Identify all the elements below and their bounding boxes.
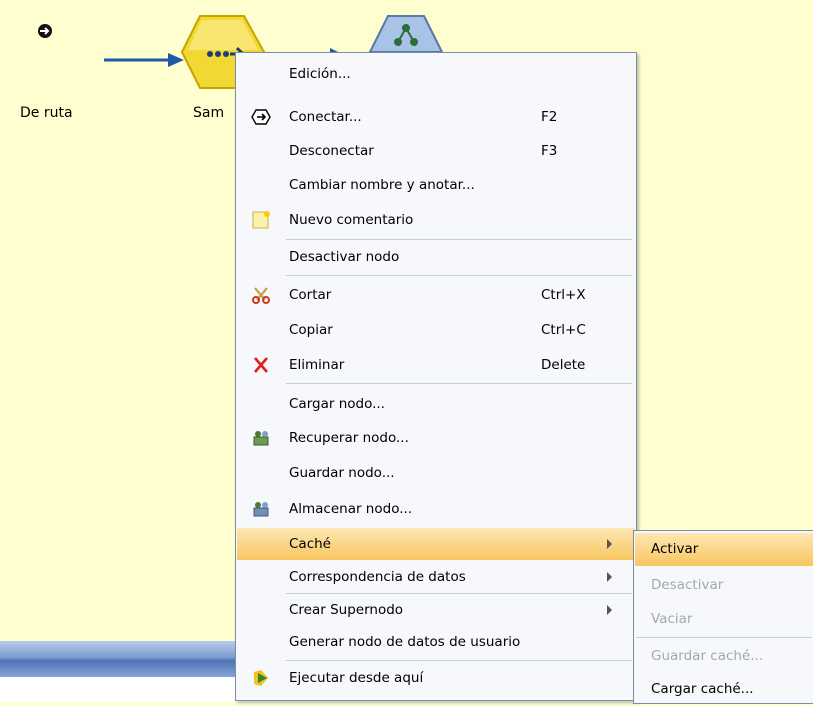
- menu-separator: [286, 275, 632, 276]
- menu-item-label: Cambiar nombre y anotar...: [289, 177, 475, 193]
- menu-separator: [636, 637, 812, 638]
- menu-separator: [286, 383, 632, 384]
- menu-item-load-node[interactable]: Cargar nodo...: [237, 387, 635, 421]
- menu-item-cache[interactable]: Caché: [237, 528, 635, 560]
- menu-item-create-supernode[interactable]: Crear Supernodo: [237, 593, 635, 627]
- menu-item-disconnect[interactable]: Desconectar F3: [237, 134, 635, 168]
- menu-item-label: Eliminar: [289, 357, 345, 373]
- menu-item-cut[interactable]: Cortar Ctrl+X: [237, 278, 635, 312]
- menu-item-shortcut: Delete: [541, 357, 586, 373]
- run-icon: [254, 670, 268, 686]
- submenu-item-label: Guardar caché...: [651, 648, 764, 664]
- connector-icon: [38, 24, 52, 38]
- menu-item-shortcut: Ctrl+X: [541, 287, 586, 303]
- menu-item-run-from-here[interactable]: Ejecutar desde aquí: [237, 661, 635, 695]
- menu-item-label: Desactivar nodo: [289, 249, 400, 265]
- menu-item-label: Ejecutar desde aquí: [289, 670, 424, 686]
- menu-item-label: Almacenar nodo...: [289, 501, 413, 517]
- menu-item-new-comment[interactable]: Nuevo comentario: [237, 203, 635, 237]
- menu-item-copy[interactable]: Copiar Ctrl+C: [237, 313, 635, 347]
- context-menu: Edición... Conectar... F2 Desconectar F3…: [235, 52, 637, 701]
- model-node-icon[interactable]: [368, 14, 444, 54]
- menu-item-shortcut: F2: [541, 109, 558, 125]
- menu-item-edit[interactable]: Edición...: [237, 57, 635, 91]
- submenu-item-load-cache[interactable]: Cargar caché...: [635, 673, 813, 706]
- menu-item-label: Generar nodo de datos de usuario: [289, 634, 521, 650]
- menu-item-data-mapping[interactable]: Correspondencia de datos: [237, 560, 635, 594]
- delete-icon: [254, 357, 268, 373]
- flow-arrow: [104, 53, 184, 67]
- menu-item-label: Cortar: [289, 287, 332, 303]
- menu-item-label: Crear Supernodo: [289, 602, 404, 618]
- submenu-item-label: Vaciar: [651, 611, 693, 627]
- menu-item-label: Desconectar: [289, 143, 374, 159]
- menu-item-store-node[interactable]: Almacenar nodo...: [237, 492, 635, 526]
- submenu-item-label: Activar: [651, 541, 699, 557]
- menu-item-label: Recuperar nodo...: [289, 430, 409, 446]
- menu-item-label: Correspondencia de datos: [289, 569, 466, 585]
- submenu-item-save-cache[interactable]: Guardar caché...: [635, 640, 813, 673]
- submenu-item-empty[interactable]: Vaciar: [635, 603, 813, 636]
- menu-item-label: Copiar: [289, 322, 333, 338]
- menu-item-shortcut: Ctrl+C: [541, 322, 586, 338]
- submenu-item-label: Desactivar: [651, 577, 724, 593]
- menu-item-label: Nuevo comentario: [289, 212, 414, 228]
- menu-item-delete[interactable]: Eliminar Delete: [237, 348, 635, 382]
- menu-item-label: Guardar nodo...: [289, 465, 395, 481]
- menu-item-shortcut: F3: [541, 143, 558, 159]
- submenu-arrow-icon: [607, 605, 612, 615]
- menu-item-connect[interactable]: Conectar... F2: [237, 100, 635, 134]
- menu-item-label: Caché: [289, 536, 331, 552]
- submenu-item-deactivate[interactable]: Desactivar: [635, 569, 813, 602]
- submenu-item-label: Cargar caché...: [651, 681, 754, 697]
- menu-item-generate-user-data-node[interactable]: Generar nodo de datos de usuario: [237, 625, 635, 659]
- menu-item-save-node[interactable]: Guardar nodo...: [237, 456, 635, 490]
- node-label-de-ruta: De ruta: [20, 105, 73, 121]
- retrieve-node-icon: [253, 431, 269, 446]
- comment-icon: [252, 211, 270, 229]
- submenu-arrow-icon: [607, 539, 612, 549]
- menu-item-rename[interactable]: Cambiar nombre y anotar...: [237, 168, 635, 202]
- menu-item-label: Cargar nodo...: [289, 396, 385, 412]
- connect-icon: [251, 109, 271, 125]
- node-label-sample: Sam: [193, 105, 225, 121]
- cache-submenu: Activar Desactivar Vaciar Guardar caché.…: [633, 530, 813, 704]
- store-node-icon: [253, 502, 269, 517]
- menu-item-retrieve-node[interactable]: Recuperar nodo...: [237, 421, 635, 455]
- scissors-icon: [252, 287, 270, 304]
- menu-item-disable-node[interactable]: Desactivar nodo: [237, 240, 635, 274]
- submenu-item-activate[interactable]: Activar: [635, 533, 813, 566]
- submenu-arrow-icon: [607, 572, 612, 582]
- menu-item-label: Edición...: [289, 66, 351, 82]
- menu-item-label: Conectar...: [289, 109, 362, 125]
